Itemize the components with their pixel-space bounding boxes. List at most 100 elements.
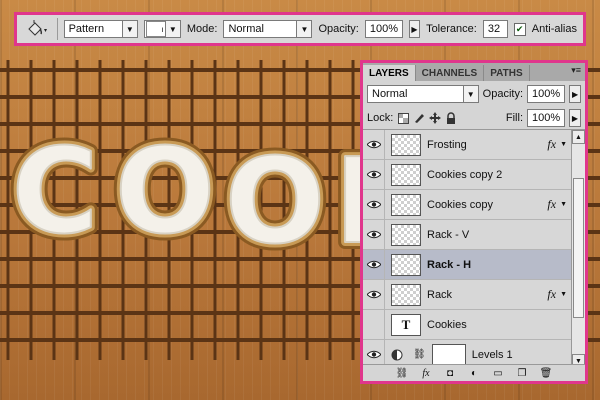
visibility-toggle[interactable] (363, 249, 385, 280)
visibility-toggle[interactable] (363, 219, 385, 250)
eye-icon (366, 290, 381, 299)
scroll-up-button[interactable]: ▲ (572, 130, 585, 144)
tab-label: CHANNELS (421, 67, 478, 79)
lock-position-icon[interactable] (429, 112, 442, 124)
visibility-toggle[interactable] (363, 279, 385, 310)
mask-icon[interactable]: ◘ (444, 367, 456, 379)
lock-pixels-icon[interactable] (413, 112, 425, 124)
layer-list: Frosting fx ▼ Cookies copy 2 Cookies copy fx ▼… (363, 130, 571, 368)
eye-icon (366, 350, 381, 359)
scroll-thumb[interactable] (573, 178, 584, 318)
folder-icon[interactable]: ▭ (492, 367, 504, 379)
mode-label: Mode: (186, 23, 218, 35)
layer-effects-icon[interactable]: fx (547, 137, 556, 152)
visibility-toggle[interactable] (363, 130, 385, 160)
layer-name: Cookies (427, 318, 467, 331)
tab-paths[interactable]: PATHS (484, 65, 530, 81)
layer-name: Cookies copy (427, 198, 494, 211)
lock-transparency-icon[interactable] (397, 112, 409, 124)
expand-effects-icon[interactable]: ▼ (560, 201, 567, 208)
mode-select[interactable]: Normal ▼ (223, 20, 313, 38)
fill-slider-button[interactable]: ▶ (569, 109, 581, 127)
layer-thumbnail[interactable] (391, 283, 421, 306)
layer-opacity-slider-button[interactable]: ▶ (569, 85, 581, 103)
layer-row[interactable]: Cookies copy fx ▼ (363, 189, 571, 220)
blend-mode-select[interactable]: Normal ▼ (367, 85, 479, 103)
layer-row[interactable]: T Cookies (363, 309, 571, 340)
chevron-down-icon: ▼ (462, 86, 478, 102)
layer-name: Rack - H (427, 258, 472, 271)
new-layer-icon[interactable]: ❐ (516, 367, 528, 379)
chevron-down-icon: ▼ (296, 21, 312, 37)
expand-effects-icon[interactable]: ▼ (560, 141, 567, 148)
tolerance-value: 32 (487, 23, 501, 35)
cookie-letter: OOO (108, 115, 222, 267)
eye-icon (366, 140, 381, 149)
layer-thumbnail[interactable] (391, 223, 421, 246)
opacity-input[interactable]: 100% (364, 20, 403, 38)
opacity-value: 100% (369, 23, 398, 35)
layer-opacity-input[interactable]: 100% (527, 85, 566, 103)
opacity-label: Opacity: (318, 23, 359, 35)
layer-thumbnail[interactable] (391, 133, 421, 156)
layer-row[interactable]: Rack - H (363, 249, 571, 280)
chain-link-icon[interactable]: ⛓ (413, 349, 426, 360)
pattern-picker[interactable]: ı ▼ (143, 20, 181, 38)
layer-thumbnail[interactable] (391, 193, 421, 216)
layer-row[interactable]: Frosting fx ▼ (363, 130, 571, 160)
layer-row[interactable]: Rack - V (363, 219, 571, 250)
lock-label: Lock: (367, 112, 394, 124)
layer-effects-icon[interactable]: fx (547, 197, 556, 212)
mode-value: Normal (228, 23, 264, 35)
link-icon[interactable]: ⛓ (396, 367, 409, 379)
fill-source-select[interactable]: Pattern ▼ (63, 20, 138, 38)
visibility-toggle[interactable] (363, 189, 385, 220)
chevron-down-icon: ▼ (121, 21, 137, 37)
layer-thumbnail[interactable]: T (391, 313, 421, 336)
antialias-checkbox[interactable]: ✔ (513, 22, 526, 36)
layers-scrollbar[interactable]: ▲ ▼ (571, 130, 585, 368)
tolerance-input[interactable]: 32 (482, 20, 508, 38)
layer-row[interactable]: Rack fx ▼ (363, 279, 571, 310)
layer-name: Cookies copy 2 (427, 168, 503, 181)
layer-mask-thumbnail[interactable] (431, 343, 466, 366)
visibility-toggle[interactable] (363, 309, 385, 340)
layer-row[interactable]: Cookies copy 2 (363, 159, 571, 190)
layer-opacity-value: 100% (532, 88, 561, 100)
layer-opacity-label: Opacity: (482, 88, 524, 100)
svg-text:O: O (115, 122, 215, 260)
tab-layers[interactable]: LAYERS (363, 65, 416, 81)
expand-effects-icon[interactable]: ▼ (560, 291, 567, 298)
layer-name: Rack - V (427, 228, 470, 241)
tab-channels[interactable]: CHANNELS (416, 65, 485, 81)
panel-tabbar: LAYERS CHANNELS PATHS ▾≡ (363, 63, 585, 81)
opacity-slider-button[interactable]: ▶ (408, 20, 421, 38)
blend-mode-value: Normal (372, 88, 408, 100)
svg-text:O: O (225, 132, 325, 270)
cookie-letter: CCC (5, 115, 106, 267)
tab-label: PATHS (490, 67, 523, 79)
layer-name: Levels 1 (471, 348, 513, 361)
layer-thumbnail[interactable] (391, 163, 421, 186)
eye-icon (366, 230, 381, 239)
panel-menu-icon[interactable]: ▾≡ (571, 65, 581, 76)
layer-name: Frosting (427, 138, 467, 151)
eye-icon (366, 200, 381, 209)
svg-text:C: C (12, 122, 99, 260)
tool-options-bar: Pattern ▼ ı ▼ Mode: Normal ▼ Opacity: 10… (14, 12, 586, 46)
chevron-down-icon: ▼ (164, 21, 180, 37)
blend-row: Normal ▼ Opacity: 100% ▶ (363, 81, 585, 107)
fx-icon[interactable]: fx (420, 367, 432, 379)
fill-label: Fill: (505, 112, 523, 124)
layer-effects-icon[interactable]: fx (547, 287, 556, 302)
fill-value: 100% (532, 112, 561, 124)
layers-panel: LAYERS CHANNELS PATHS ▾≡ Normal ▼ Opacit… (360, 60, 588, 384)
trash-icon[interactable]: 🗑 (540, 367, 553, 379)
adjustment-icon[interactable]: ◐ (468, 367, 480, 379)
layer-thumbnail[interactable] (391, 253, 421, 276)
visibility-toggle[interactable] (363, 159, 385, 190)
fill-input[interactable]: 100% (527, 109, 565, 127)
paint-bucket-icon[interactable] (23, 18, 51, 40)
lock-all-icon[interactable] (445, 112, 457, 124)
adjustment-layer-icon (391, 349, 403, 361)
